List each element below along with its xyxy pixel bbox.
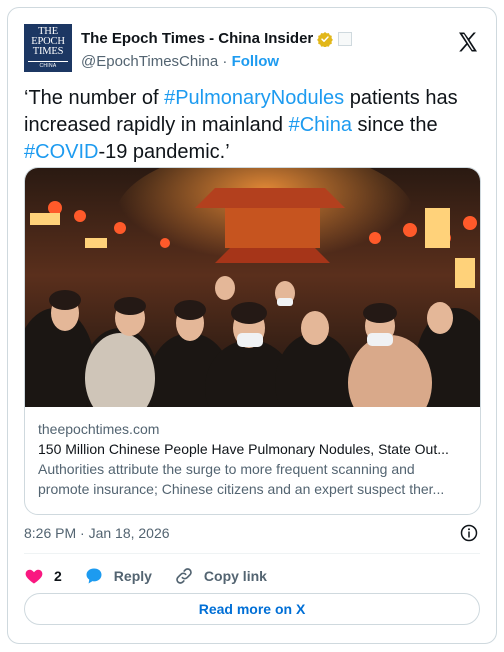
logo-line-3: TIMES — [32, 46, 64, 57]
hashtag-china[interactable]: #China — [289, 114, 352, 136]
tweet-header: THE EPOCH TIMES CHINA The Epoch Times - … — [24, 22, 480, 76]
hashtag-pulmonary-nodules[interactable]: #PulmonaryNodules — [164, 87, 344, 109]
hashtag-covid[interactable]: #COVID — [24, 141, 98, 163]
avatar[interactable]: THE EPOCH TIMES CHINA — [24, 24, 72, 72]
tweet-text: ‘The number of #PulmonaryNodules patient… — [24, 85, 484, 166]
x-logo-icon[interactable] — [456, 30, 480, 54]
link-meta: theepochtimes.com 150 Million Chinese Pe… — [38, 419, 468, 499]
handle[interactable]: @EpochTimesChina — [81, 53, 218, 70]
link-icon — [176, 568, 192, 584]
copy-link-button[interactable]: Copy link — [174, 566, 267, 586]
link-description-line: Authorities attribute the surge to more … — [38, 461, 415, 477]
link-domain: theepochtimes.com — [38, 421, 160, 437]
link-description-line: promote insurance; Chinese citizens and … — [38, 481, 445, 497]
heart-icon — [25, 569, 43, 584]
link-preview-card[interactable]: theepochtimes.com 150 Million Chinese Pe… — [24, 167, 481, 515]
verified-badge-icon — [317, 31, 334, 47]
read-more-button[interactable]: Read more on X — [24, 593, 480, 625]
link-description: Authorities attribute the surge to more … — [38, 459, 468, 499]
copy-link-label: Copy link — [203, 568, 267, 584]
action-bar: 2 Reply Copy link — [24, 564, 289, 588]
reply-button[interactable]: Reply — [84, 566, 152, 586]
divider — [24, 553, 480, 554]
crowd-photo — [25, 168, 480, 407]
like-count: 2 — [54, 568, 62, 584]
tweet-timestamp[interactable]: 8:26 PM · Jan 18, 2026 — [24, 525, 170, 541]
logo-subtext: CHINA — [28, 61, 68, 69]
tweet-text-segment: since the — [351, 114, 438, 136]
separator: · — [222, 53, 228, 70]
tweet-embed-card: THE EPOCH TIMES CHINA The Epoch Times - … — [7, 7, 497, 644]
display-name[interactable]: The Epoch Times - China Insider — [81, 30, 313, 47]
reply-label: Reply — [113, 568, 152, 584]
reply-bubble-icon — [86, 568, 102, 584]
like-button[interactable]: 2 — [24, 566, 62, 586]
tweet-text-segment: ‘The number of — [24, 87, 165, 109]
follow-button[interactable]: Follow — [232, 53, 280, 70]
affiliate-badge-icon — [338, 31, 353, 46]
link-title: 150 Million Chinese People Have Pulmonar… — [38, 441, 449, 457]
name-row: The Epoch Times - China Insider — [81, 30, 353, 47]
info-icon[interactable] — [460, 524, 478, 542]
tweet-text-segment: -19 pandemic.’ — [98, 141, 230, 163]
handle-row: @EpochTimesChina · Follow — [81, 53, 279, 70]
